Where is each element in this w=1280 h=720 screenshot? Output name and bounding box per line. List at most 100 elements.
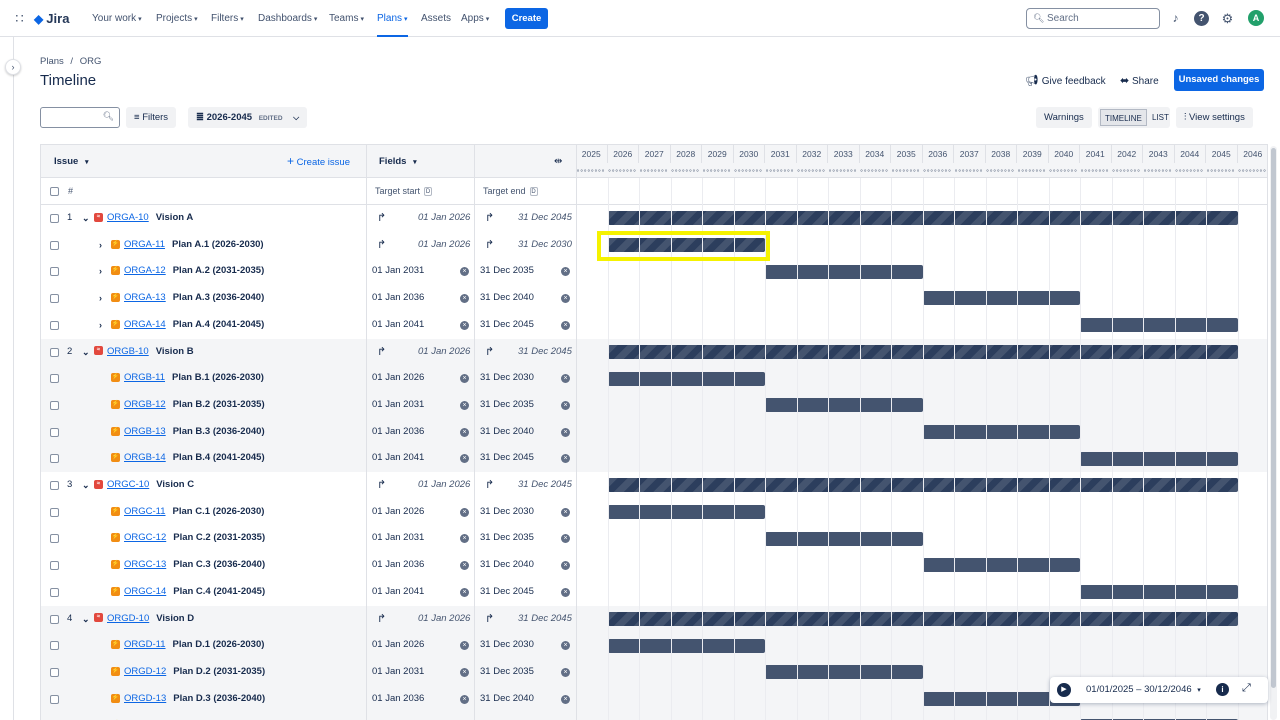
nav-item-teams[interactable]: Teams ▾: [329, 0, 364, 37]
notifications-icon[interactable]: ♪: [1168, 11, 1183, 26]
row-checkbox[interactable]: [50, 454, 59, 464]
row-checkbox[interactable]: [50, 587, 59, 597]
target-start-value[interactable]: 01 Jan 2041: [372, 445, 424, 472]
chevron-right-icon[interactable]: ›: [99, 285, 102, 312]
table-row[interactable]: 1 ⌄ ≈ ORGA-10 Vision A ↱ 01 Jan 2026 ↱ 31 Dec 20…: [41, 205, 1267, 232]
clear-date-icon[interactable]: ×: [561, 374, 570, 384]
app-switcher-icon[interactable]: ∷: [12, 11, 27, 26]
nav-item-filters[interactable]: Filters ▾: [211, 0, 244, 37]
timeline-bar[interactable]: [1080, 585, 1238, 600]
timeline-bar[interactable]: [1080, 318, 1238, 333]
target-end-value[interactable]: 31 Dec 2045: [480, 579, 534, 606]
timeline-bar[interactable]: [607, 638, 765, 653]
target-end-value[interactable]: 31 Dec 2035: [480, 659, 534, 686]
issue-key-link[interactable]: ORGC-13: [124, 559, 166, 570]
target-start-value[interactable]: 01 Jan 2036: [372, 419, 424, 446]
clear-date-icon[interactable]: ×: [460, 507, 469, 517]
clear-date-icon[interactable]: ×: [460, 587, 469, 597]
row-checkbox[interactable]: [50, 374, 59, 384]
table-row[interactable]: ⚡ ORGC-14 Plan C.4 (2041-2045) 01 Jan 2041 ×…: [41, 579, 1267, 606]
table-row[interactable]: ⚡ ORGC-12 Plan C.2 (2031-2035) 01 Jan 2031 ×…: [41, 525, 1267, 552]
clear-date-icon[interactable]: ×: [561, 694, 570, 704]
target-start-value[interactable]: 01 Jan 2036: [372, 285, 424, 312]
select-all-checkbox[interactable]: [50, 187, 59, 196]
clear-date-icon[interactable]: ×: [561, 534, 570, 544]
row-checkbox[interactable]: [50, 614, 59, 624]
warnings-button[interactable]: Warnings: [1036, 107, 1092, 128]
issue-header-label[interactable]: Issue ▾: [54, 145, 88, 179]
target-start-value[interactable]: 01 Jan 2031: [372, 258, 424, 285]
chevron-right-icon[interactable]: ›: [99, 312, 102, 339]
issue-key-link[interactable]: ORGD-12: [124, 666, 166, 677]
clear-date-icon[interactable]: ×: [460, 400, 469, 410]
clear-date-icon[interactable]: ×: [460, 454, 469, 464]
create-button[interactable]: Create: [505, 8, 548, 29]
plan-search-input[interactable]: 🔍︎: [40, 107, 120, 128]
target-end-value[interactable]: 31 Dec 2030: [518, 232, 572, 259]
clear-date-icon[interactable]: ×: [561, 427, 570, 437]
target-end-value[interactable]: 31 Dec 2040: [480, 552, 534, 579]
vertical-scrollbar[interactable]: [1270, 146, 1277, 720]
clear-date-icon[interactable]: ×: [460, 427, 469, 437]
timeline-bar[interactable]: [607, 238, 765, 253]
clear-date-icon[interactable]: ×: [561, 507, 570, 517]
create-issue-button[interactable]: + Create issue: [287, 145, 350, 179]
timeline-bar[interactable]: [765, 264, 923, 279]
target-start-value[interactable]: 01 Jan 2026: [372, 632, 424, 659]
table-row[interactable]: 4 ⌄ ≈ ORGD-10 Vision D ↱ 01 Jan 2026 ↱ 31 Dec 20…: [41, 605, 1267, 633]
issue-key-link[interactable]: ORGC-12: [124, 532, 166, 543]
clear-date-icon[interactable]: ×: [561, 667, 570, 677]
target-start-value[interactable]: 01 Jan 2036: [372, 686, 424, 713]
row-checkbox[interactable]: [50, 534, 59, 544]
target-start-value[interactable]: 01 Jan 2031: [372, 392, 424, 419]
target-end-value[interactable]: 31 Dec 2045: [518, 606, 572, 633]
clear-date-icon[interactable]: ×: [460, 561, 469, 571]
issue-key-link[interactable]: ORGD-13: [124, 693, 166, 704]
target-start-header[interactable]: Target start D: [375, 178, 433, 205]
row-checkbox[interactable]: [50, 561, 59, 571]
row-checkbox[interactable]: [50, 240, 59, 250]
target-end-value[interactable]: 31 Dec 2045: [480, 445, 534, 472]
timeline-bar[interactable]: [765, 398, 923, 413]
list-view-button[interactable]: LIST: [1148, 109, 1173, 126]
give-feedback-button[interactable]: 📢︎ Give feedback: [1025, 72, 1106, 90]
issue-key-link[interactable]: ORGA-12: [124, 265, 166, 276]
target-end-value[interactable]: 31 Dec 2035: [480, 392, 534, 419]
issue-key-link[interactable]: ORGA-13: [124, 292, 166, 303]
jira-logo[interactable]: ◆ Jira: [34, 0, 69, 37]
target-start-value[interactable]: 01 Jan 2041: [372, 579, 424, 606]
date-range-dropdown[interactable]: 01/01/2025 – 30/12/2046 ▾: [1086, 677, 1201, 704]
issue-key-link[interactable]: ORGA-14: [124, 319, 166, 330]
timeline-bar[interactable]: [922, 558, 1080, 573]
nav-item-apps[interactable]: Apps ▾: [461, 0, 489, 37]
target-start-value[interactable]: 01 Jan 2041: [372, 312, 424, 339]
target-end-value[interactable]: 31 Dec 2035: [480, 525, 534, 552]
issue-key-link[interactable]: ORGB-12: [124, 399, 166, 410]
row-checkbox[interactable]: [50, 507, 59, 517]
table-row[interactable]: › ⚡ ORGA-11 Plan A.1 (2026-2030) ↱ 01 Jan 202…: [41, 232, 1267, 259]
table-row[interactable]: ⚡ ORGB-12 Plan B.2 (2031-2035) 01 Jan 2031 ×…: [41, 391, 1267, 419]
scenario-dropdown[interactable]: ≣ 2026-2045 EDITED ⌵: [188, 107, 308, 128]
issue-key-link[interactable]: ORGA-10: [107, 212, 149, 223]
chevron-right-icon[interactable]: ›: [99, 258, 102, 285]
clear-date-icon[interactable]: ×: [460, 294, 469, 304]
issue-key-link[interactable]: ORGB-14: [124, 452, 166, 463]
timeline-bar[interactable]: [922, 424, 1080, 439]
issue-key-link[interactable]: ORGD-10: [107, 613, 149, 624]
clear-date-icon[interactable]: ×: [561, 587, 570, 597]
target-start-value[interactable]: 01 Jan 2036: [372, 552, 424, 579]
clear-date-icon[interactable]: ×: [460, 534, 469, 544]
table-row[interactable]: ⚡ ORGB-13 Plan B.3 (2036-2040) 01 Jan 2036 ×…: [41, 418, 1267, 446]
target-start-value[interactable]: 01 Jan 2031: [372, 525, 424, 552]
timeline-bar[interactable]: [922, 291, 1080, 306]
help-icon[interactable]: ?: [1194, 11, 1209, 26]
breadcrumb-org[interactable]: ORG: [80, 56, 102, 67]
table-row[interactable]: ⚡ ORGB-11 Plan B.1 (2026-2030) 01 Jan 2026 ×…: [41, 365, 1267, 392]
target-start-value[interactable]: 01 Jan 2031: [372, 659, 424, 686]
scrollbar-thumb[interactable]: [1271, 148, 1276, 688]
clear-date-icon[interactable]: ×: [460, 667, 469, 677]
user-avatar[interactable]: A: [1248, 10, 1264, 26]
target-end-value[interactable]: 31 Dec 2030: [480, 632, 534, 659]
table-row[interactable]: ⚡ ORGD-11 Plan D.1 (2026-2030) 01 Jan 2026 ×…: [41, 632, 1267, 659]
row-checkbox[interactable]: [50, 641, 59, 651]
